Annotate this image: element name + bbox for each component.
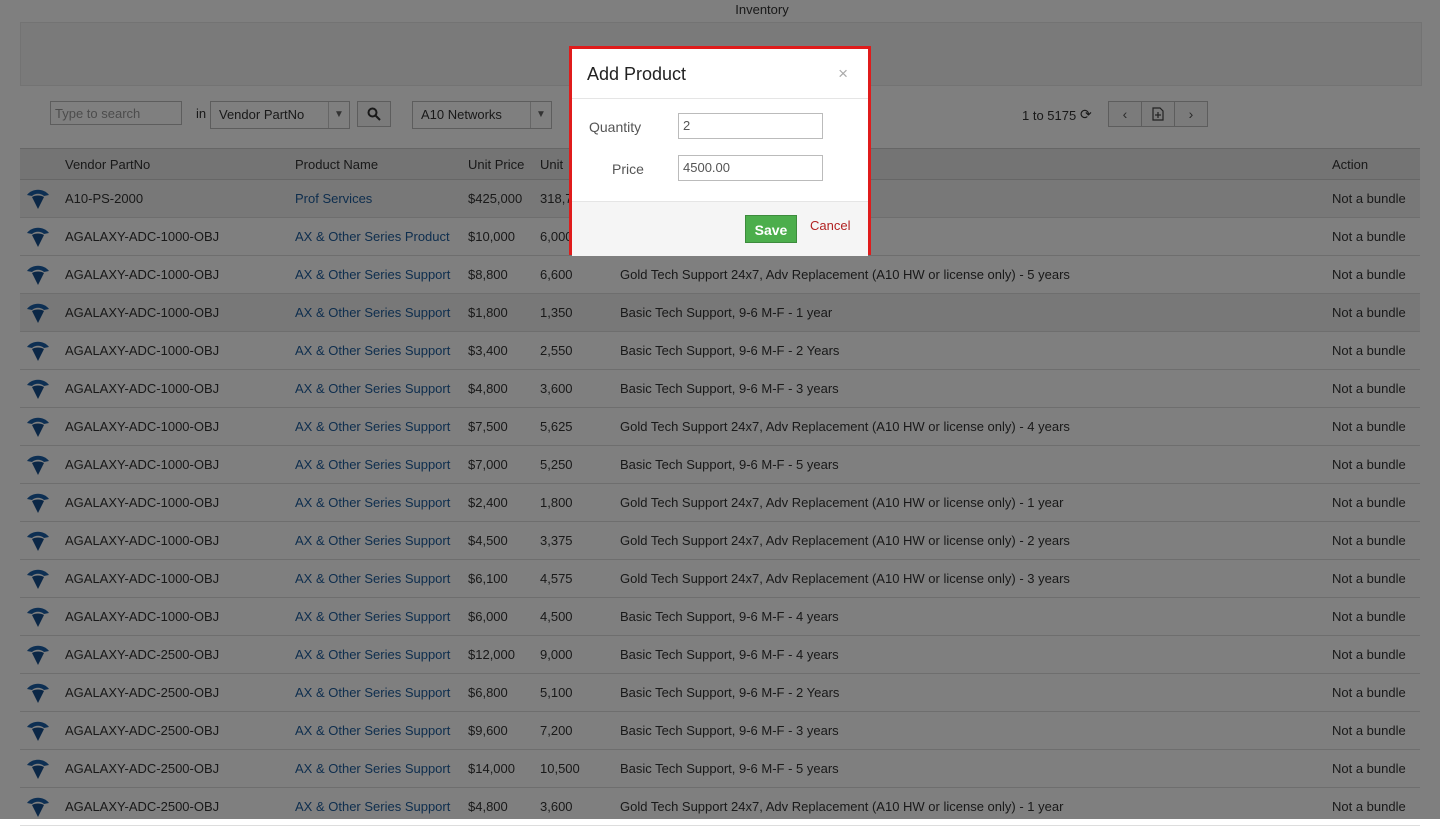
add-product-modal: Add Product × Quantity 2 Price 4500.00 S… bbox=[569, 46, 871, 256]
quantity-label: Quantity bbox=[589, 119, 642, 135]
close-icon[interactable]: × bbox=[838, 64, 848, 84]
price-field[interactable]: 4500.00 bbox=[678, 155, 823, 181]
price-label: Price bbox=[612, 161, 644, 177]
quantity-field[interactable]: 2 bbox=[678, 113, 823, 139]
save-button[interactable]: Save bbox=[745, 215, 797, 243]
modal-title: Add Product bbox=[587, 64, 687, 84]
modal-footer: Save Cancel bbox=[572, 201, 868, 256]
cancel-link[interactable]: Cancel bbox=[810, 218, 850, 233]
modal-header: Add Product × bbox=[572, 49, 868, 99]
inventory-page: Inventory Type to search in Vendor PartN… bbox=[0, 0, 1440, 826]
